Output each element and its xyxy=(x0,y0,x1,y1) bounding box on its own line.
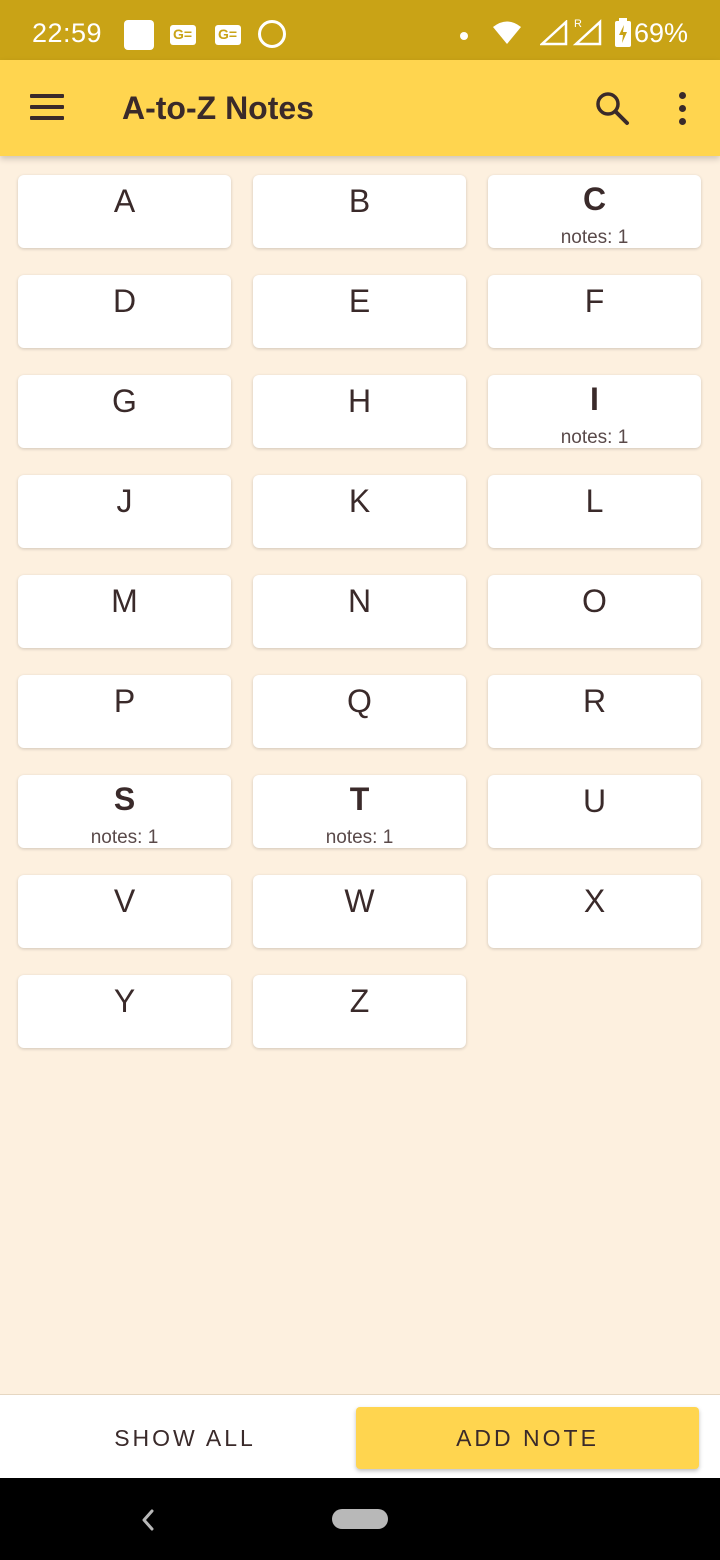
show-all-button[interactable]: SHOW ALL xyxy=(20,1407,350,1469)
tile-letter: V xyxy=(113,883,136,919)
gmail-icon xyxy=(170,25,196,45)
letter-tile[interactable]: B xyxy=(253,175,466,248)
tile-letter: U xyxy=(582,783,607,819)
tile-letter: J xyxy=(116,483,133,519)
letter-tile[interactable]: Q xyxy=(253,675,466,748)
tile-letter: W xyxy=(344,883,375,919)
tile-letter: H xyxy=(347,383,372,419)
notification-square-icon xyxy=(124,20,154,50)
letter-tile[interactable]: A xyxy=(18,175,231,248)
wifi-icon xyxy=(493,21,521,44)
letter-tile[interactable]: K xyxy=(253,475,466,548)
home-pill[interactable] xyxy=(332,1509,388,1529)
letter-grid: A B Cnotes: 1 D E F G H Inotes: 1 J K L M N O P Q R Snotes… xyxy=(18,175,701,1048)
letter-tile[interactable]: U xyxy=(488,775,701,848)
tile-letter: Z xyxy=(349,983,370,1019)
tile-letter: E xyxy=(348,283,371,319)
signal-icon xyxy=(540,20,568,46)
tile-note-count: notes: 1 xyxy=(325,827,394,848)
tile-note-count: notes: 1 xyxy=(90,827,159,848)
status-time: 22:59 xyxy=(32,18,103,48)
letter-tile[interactable]: X xyxy=(488,875,701,948)
tile-letter: B xyxy=(348,183,371,219)
back-icon[interactable] xyxy=(136,1505,160,1535)
tile-letter: N xyxy=(347,583,372,619)
roaming-signal-icon: R xyxy=(572,18,602,46)
circle-app-icon xyxy=(258,20,286,48)
gmail-icon xyxy=(215,25,241,45)
app-bar: A-to-Z Notes xyxy=(0,60,720,156)
tile-letter: C xyxy=(582,181,607,217)
tile-letter: M xyxy=(111,583,138,619)
tile-note-count: notes: 1 xyxy=(560,227,629,248)
tile-letter: R xyxy=(582,683,607,719)
letter-tile[interactable]: Snotes: 1 xyxy=(18,775,231,848)
status-bar: 22:59 R 69% xyxy=(0,0,720,60)
tile-letter: G xyxy=(112,383,137,419)
svg-text:R: R xyxy=(574,18,582,30)
tile-letter: Q xyxy=(347,683,372,719)
battery-percent: 69% xyxy=(633,18,688,48)
battery-charging-icon xyxy=(615,18,631,47)
letter-tile[interactable]: G xyxy=(18,375,231,448)
tile-letter: X xyxy=(583,883,606,919)
tile-note-count: notes: 1 xyxy=(560,427,629,448)
more-vert-icon[interactable] xyxy=(676,92,690,126)
tile-letter: F xyxy=(584,283,605,319)
letter-tile[interactable]: M xyxy=(18,575,231,648)
letter-tile[interactable]: Y xyxy=(18,975,231,1048)
tile-letter: Y xyxy=(113,983,136,1019)
letter-tile[interactable]: O xyxy=(488,575,701,648)
letter-tile[interactable]: W xyxy=(253,875,466,948)
menu-icon[interactable] xyxy=(30,94,64,122)
tile-letter: S xyxy=(113,781,136,817)
letter-tile[interactable]: E xyxy=(253,275,466,348)
system-nav-bar xyxy=(0,1478,720,1560)
letter-tile[interactable]: Cnotes: 1 xyxy=(488,175,701,248)
tile-letter: I xyxy=(590,381,599,417)
search-icon[interactable] xyxy=(594,90,630,126)
letter-tile[interactable]: N xyxy=(253,575,466,648)
page-title: A-to-Z Notes xyxy=(122,90,314,126)
letter-tile[interactable]: H xyxy=(253,375,466,448)
tile-letter: L xyxy=(585,483,604,519)
letter-tile[interactable]: Z xyxy=(253,975,466,1048)
dot-icon xyxy=(460,32,468,40)
letter-tile[interactable]: Inotes: 1 xyxy=(488,375,701,448)
tile-letter: O xyxy=(582,583,607,619)
letter-tile[interactable]: J xyxy=(18,475,231,548)
tile-letter: K xyxy=(348,483,371,519)
bottom-bar: SHOW ALL ADD NOTE xyxy=(0,1394,720,1479)
add-note-button[interactable]: ADD NOTE xyxy=(356,1407,699,1469)
tile-letter: D xyxy=(112,283,137,319)
letter-tile[interactable]: Tnotes: 1 xyxy=(253,775,466,848)
letter-tile[interactable]: F xyxy=(488,275,701,348)
letter-tile[interactable]: D xyxy=(18,275,231,348)
letter-tile[interactable]: R xyxy=(488,675,701,748)
letter-tile[interactable]: L xyxy=(488,475,701,548)
tile-letter: T xyxy=(349,781,370,817)
tile-letter: A xyxy=(113,183,136,219)
letter-tile[interactable]: P xyxy=(18,675,231,748)
letter-tile[interactable]: V xyxy=(18,875,231,948)
tile-letter: P xyxy=(113,683,136,719)
